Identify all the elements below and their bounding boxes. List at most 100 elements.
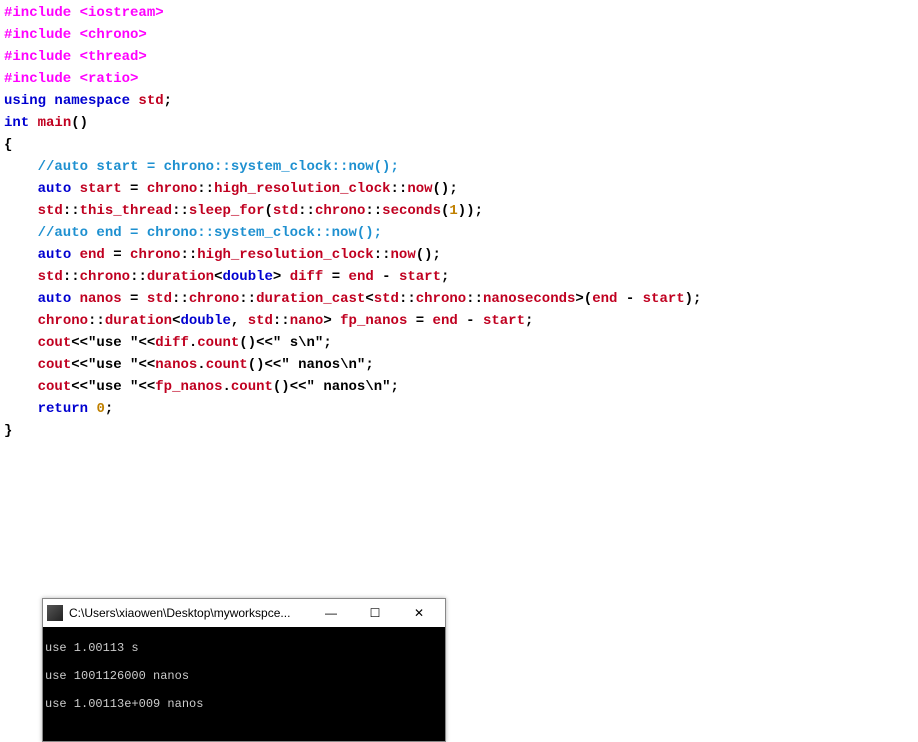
string: " nanos\n" [281, 357, 365, 373]
keyword: double [180, 313, 230, 329]
include-target: <iostream> [71, 5, 163, 21]
close-button[interactable]: ✕ [397, 599, 441, 627]
punct: :: [180, 247, 197, 263]
identifier: chrono [416, 291, 466, 307]
code-line: cout<<"use "<<nanos.count()<<" nanos\n"; [4, 354, 914, 376]
identifier: high_resolution_clock [214, 181, 390, 197]
identifier: end [340, 269, 382, 285]
code-line: chrono::duration<double, std::nano> fp_n… [4, 310, 914, 332]
string: "use " [88, 379, 138, 395]
punct: = [113, 247, 121, 263]
identifier: diff [155, 335, 189, 351]
identifier: cout [38, 335, 72, 351]
identifier: this_thread [80, 203, 172, 219]
identifier: chrono [80, 269, 130, 285]
code-line: std::this_thread::sleep_for(std::chrono:… [4, 200, 914, 222]
identifier: duration_cast [256, 291, 365, 307]
code-line: { [4, 134, 914, 156]
punct: = [416, 313, 424, 329]
punct: :: [88, 313, 105, 329]
punct: :: [391, 181, 408, 197]
identifier: end [424, 313, 466, 329]
preprocessor: #include [4, 27, 71, 43]
punct: ); [685, 291, 702, 307]
identifier: cout [38, 379, 72, 395]
identifier: nano [290, 313, 324, 329]
identifier: end [71, 247, 113, 263]
punct: << [71, 335, 88, 351]
maximize-button[interactable]: ☐ [353, 599, 397, 627]
code-line: auto end = chrono::high_resolution_clock… [4, 244, 914, 266]
punct: < [214, 269, 222, 285]
punct: - [626, 291, 634, 307]
punct: :: [172, 203, 189, 219]
punct: = [332, 269, 340, 285]
indent [4, 181, 38, 197]
identifier: nanoseconds [483, 291, 575, 307]
identifier: end [592, 291, 626, 307]
code-line: std::chrono::duration<double> diff = end… [4, 266, 914, 288]
string: "use " [88, 335, 138, 351]
identifier: std [273, 203, 298, 219]
identifier: sleep_for [189, 203, 265, 219]
punct: << [71, 357, 88, 373]
keyword: double [223, 269, 273, 285]
identifier: chrono [38, 313, 88, 329]
identifier: start [71, 181, 130, 197]
code-line: } [4, 420, 914, 442]
identifier: fp_nanos [332, 313, 416, 329]
comment: //auto end = chrono::system_clock::now()… [4, 225, 382, 241]
identifier: std [130, 93, 164, 109]
punct: ; [391, 379, 399, 395]
identifier: chrono [122, 247, 181, 263]
punct: ; [323, 335, 331, 351]
punct: < [365, 291, 373, 307]
keyword: int [4, 115, 29, 131]
identifier: main [29, 115, 71, 131]
identifier: std [38, 203, 63, 219]
identifier: nanos [155, 357, 197, 373]
indent [4, 269, 38, 285]
identifier: count [206, 357, 248, 373]
string: " nanos\n" [307, 379, 391, 395]
code-editor: #include <iostream> #include <chrono> #i… [4, 2, 914, 442]
identifier: count [231, 379, 273, 395]
punct: - [382, 269, 390, 285]
identifier: start [634, 291, 684, 307]
punct: << [138, 379, 155, 395]
identifier: high_resolution_clock [197, 247, 373, 263]
identifier: fp_nanos [155, 379, 222, 395]
code-line: return 0; [4, 398, 914, 420]
include-target: <chrono> [71, 27, 147, 43]
preprocessor: #include [4, 5, 71, 21]
identifier: cout [38, 357, 72, 373]
identifier: nanos [71, 291, 130, 307]
minimize-button[interactable]: — [309, 599, 353, 627]
indent [4, 357, 38, 373]
punct: . [197, 357, 205, 373]
punct: () [71, 115, 88, 131]
keyword: namespace [46, 93, 130, 109]
punct: ( [265, 203, 273, 219]
punct: :: [273, 313, 290, 329]
code-line: #include <iostream> [4, 2, 914, 24]
console-line: use 1.00113e+009 nanos [45, 697, 443, 711]
keyword: auto [38, 181, 72, 197]
identifier: now [391, 247, 416, 263]
indent [4, 313, 38, 329]
console-line: use 1.00113 s [45, 641, 443, 655]
indent [4, 247, 38, 263]
titlebar[interactable]: C:\Users\xiaowen\Desktop\myworkspce... —… [43, 599, 445, 627]
punct: :: [197, 181, 214, 197]
punct: :: [466, 291, 483, 307]
punct: ()<< [248, 357, 282, 373]
punct: >( [575, 291, 592, 307]
punct: << [138, 335, 155, 351]
punct: ; [441, 269, 449, 285]
console-window[interactable]: C:\Users\xiaowen\Desktop\myworkspce... —… [42, 598, 446, 742]
identifier: count [197, 335, 239, 351]
punct: :: [239, 291, 256, 307]
code-line: #include <chrono> [4, 24, 914, 46]
punct: ; [164, 93, 172, 109]
keyword: auto [38, 291, 72, 307]
